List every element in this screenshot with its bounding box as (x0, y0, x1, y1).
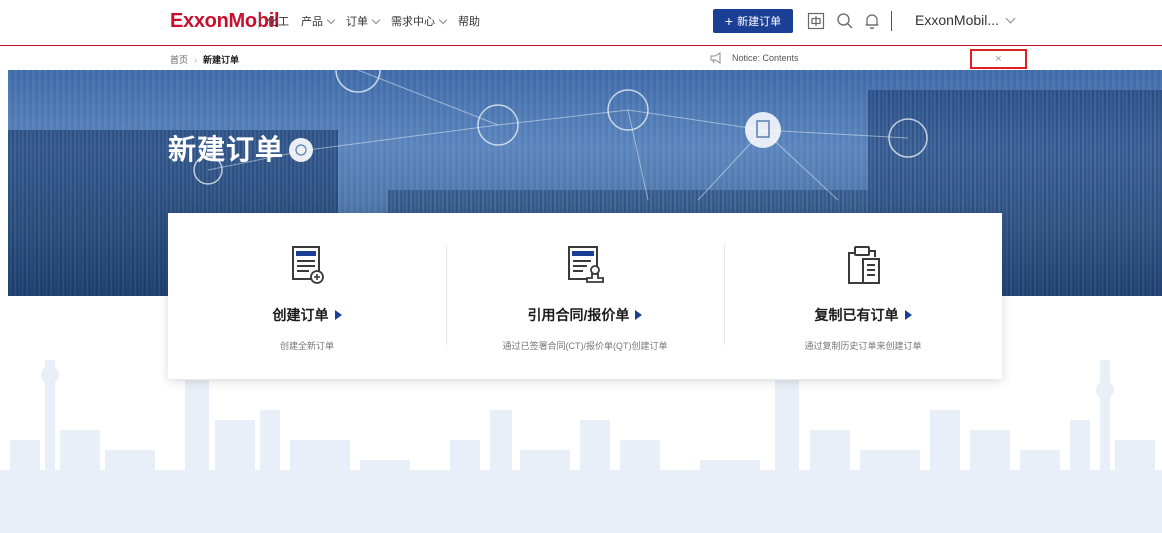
sub-bar: 首页 › 新建订单 Notice: Contents × (0, 47, 1162, 70)
grid-icon[interactable] (806, 11, 826, 31)
order-options-card: 创建订单 创建全新订单 引用合同/报价单 通过已签署合同(CT)/报价单(QT)… (168, 213, 1002, 379)
bell-icon[interactable] (862, 11, 882, 31)
chevron-down-icon (1005, 13, 1016, 24)
chevron-down-icon (326, 15, 336, 24)
megaphone-icon (710, 52, 721, 64)
option-description: 通过复制历史订单来创建订单 (804, 341, 922, 351)
nav-item-label: 帮助 (458, 16, 480, 28)
close-icon: × (995, 53, 1002, 65)
option-description: 创建全新订单 (279, 341, 334, 351)
option-title: 复制已有订单 (815, 305, 912, 325)
option-create-order[interactable]: 创建订单 创建全新订单 (168, 213, 446, 379)
chevron-down-icon (371, 15, 381, 24)
breadcrumb-current: 新建订单 (203, 55, 240, 65)
nav-item-label: 需求中心 (391, 16, 435, 28)
option-copy-order[interactable]: 复制已有订单 通过复制历史订单来创建订单 (724, 213, 1002, 379)
nav-item-label: 订单 (346, 16, 368, 28)
document-add-icon (292, 246, 324, 284)
breadcrumb: 首页 › 新建订单 (170, 53, 239, 66)
user-menu[interactable]: ExxonMobil... (915, 12, 1016, 28)
clipboard-copy-icon (848, 246, 880, 284)
option-title: 引用合同/报价单 (528, 305, 643, 325)
option-description: 通过已签署合同(CT)/报价单(QT)创建订单 (502, 341, 668, 351)
new-order-button[interactable]: + 新建订单 (713, 9, 793, 33)
arrow-right-icon (635, 310, 643, 320)
nav-item-products[interactable]: 产品 (301, 13, 336, 29)
search-icon[interactable] (835, 11, 855, 31)
new-order-label: 新建订单 (737, 16, 782, 28)
nav-item-label: 产品 (301, 16, 323, 28)
breadcrumb-home[interactable]: 首页 (170, 53, 188, 66)
logo-divider (258, 11, 259, 29)
banner-title: 新建订单 (168, 134, 285, 165)
option-title: 创建订单 (273, 305, 342, 325)
nav-item-demand-center[interactable]: 需求中心 (391, 13, 448, 29)
option-title-text: 复制已有订单 (814, 307, 899, 323)
user-divider (891, 11, 892, 31)
nav-item-chemicals[interactable]: 化工 (267, 13, 289, 29)
option-reference-contract[interactable]: 引用合同/报价单 通过已签署合同(CT)/报价单(QT)创建订单 (446, 213, 724, 379)
nav-item-help[interactable]: 帮助 (458, 13, 480, 29)
arrow-right-icon (334, 310, 342, 320)
chevron-down-icon (438, 15, 448, 24)
option-title-text: 创建订单 (272, 307, 329, 323)
top-header: ExxonMobil 化工 产品 订单 需求中心 帮助 + 新建订单 Exxon… (0, 0, 1162, 46)
nav-item-label: 化工 (267, 16, 289, 28)
arrow-right-icon (904, 310, 912, 320)
user-name: ExxonMobil... (915, 12, 1000, 28)
document-stamp-icon (568, 246, 604, 283)
breadcrumb-separator: › (194, 54, 198, 65)
option-title-text: 引用合同/报价单 (527, 307, 630, 323)
main-nav: 化工 产品 订单 需求中心 帮助 (267, 13, 492, 29)
notice-text: Notice: Contents (732, 53, 799, 63)
plus-icon: + (724, 13, 734, 29)
nav-item-orders[interactable]: 订单 (346, 13, 381, 29)
notice-close-button[interactable]: × (970, 49, 1027, 69)
exxonmobil-logo[interactable]: ExxonMobil (170, 10, 280, 33)
notice-bar: Notice: Contents (710, 52, 799, 64)
